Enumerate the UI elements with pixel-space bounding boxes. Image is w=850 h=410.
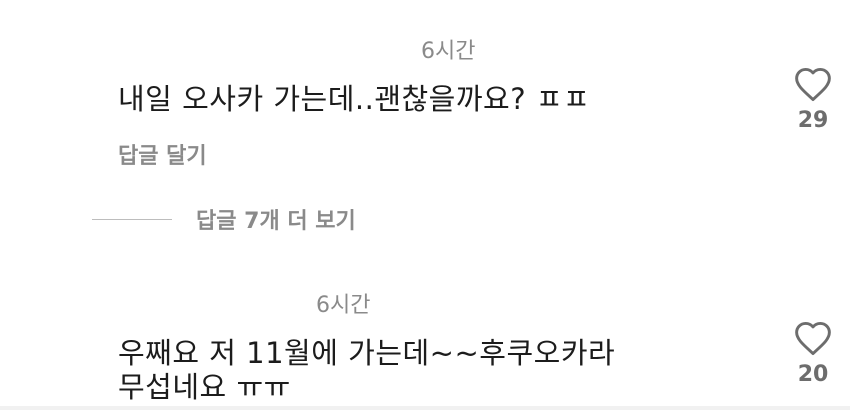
like-count: 29: [797, 108, 829, 133]
like-button[interactable]: 29: [783, 66, 843, 133]
heart-outline-icon: [795, 67, 831, 102]
view-more-label: 답글 7개 더 보기: [196, 209, 356, 234]
like-count: 20: [797, 362, 829, 387]
heart-outline-icon: [795, 321, 831, 356]
comment-text-line-1: 우째요 저 11월에 가는데~~후쿠오카라: [118, 336, 616, 370]
comment-timestamp: 6시간: [421, 39, 476, 64]
like-button[interactable]: 20: [783, 320, 843, 387]
comment-text: 내일 오사카 가는데..괜찮을까요? ㅍㅍ: [118, 82, 591, 116]
comment-timestamp: 6시간: [316, 293, 371, 318]
divider-line: [92, 218, 172, 220]
view-more-replies[interactable]: 답글 7개 더 보기: [92, 203, 356, 235]
reply-button[interactable]: 답글 달기: [118, 138, 207, 170]
bottom-edge: [0, 406, 850, 410]
comment-text-line-2: 무섭네요 ㅠㅠ: [118, 370, 291, 404]
